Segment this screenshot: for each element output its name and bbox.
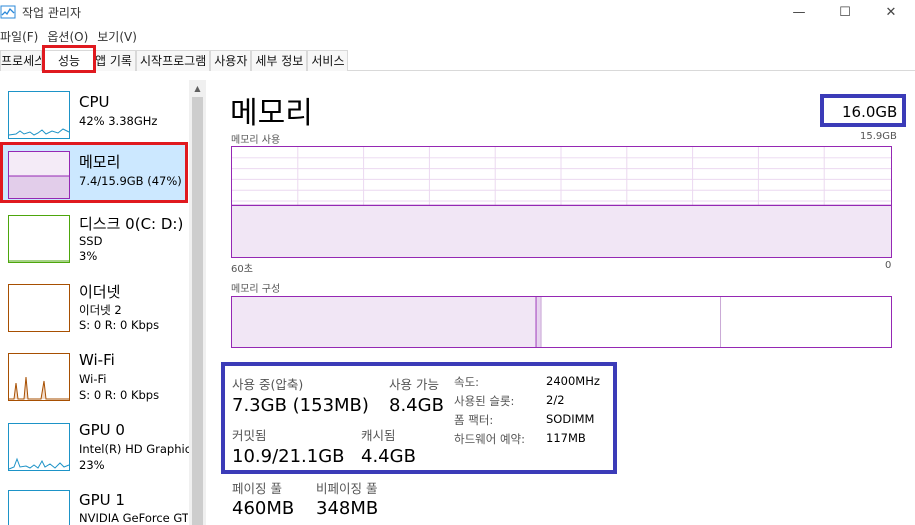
sidebar-item-title: 디스크 0(C: D:) <box>79 215 184 233</box>
scrollbar-thumb[interactable] <box>192 97 203 525</box>
tab-users[interactable]: 사용자 <box>210 50 252 71</box>
sidebar-item-ethernet[interactable]: 이더넷 이더넷 2 S: 0 R: 0 Kbps <box>0 281 188 345</box>
sidebar-scrollbar[interactable]: ▲ <box>189 80 206 525</box>
sidebar-item-detail-2: 23% <box>79 458 105 472</box>
highlight-memory-stats <box>221 362 617 474</box>
sidebar-item-title: Wi-Fi <box>79 351 115 369</box>
sidebar-item-title: GPU 0 <box>79 421 125 439</box>
usage-graph-label: 메모리 사용 <box>231 135 281 146</box>
tab-app-history[interactable]: 앱 기록 <box>94 50 136 71</box>
composition-label: 메모리 구성 <box>231 284 281 295</box>
sidebar-item-title: GPU 1 <box>79 491 125 509</box>
highlight-memory-item <box>0 142 188 203</box>
composition-in-use <box>232 297 537 347</box>
sidebar-item-detail-2: S: 0 R: 0 Kbps <box>79 388 160 402</box>
window-title: 작업 관리자 <box>22 6 82 20</box>
composition-modified <box>537 297 542 347</box>
time-axis-left-label: 60초 <box>231 264 253 275</box>
memory-usage-area <box>232 205 891 257</box>
gpu1-thumbnail-graph <box>8 490 70 525</box>
sidebar-item-detail: Wi-Fi <box>79 372 107 386</box>
highlight-performance-tab <box>42 45 96 73</box>
close-button[interactable]: ✕ <box>868 0 914 24</box>
sidebar-item-detail: NVIDIA GeForce GT <box>79 511 188 525</box>
wifi-thumbnail-graph <box>8 353 70 401</box>
tab-services[interactable]: 서비스 <box>307 50 349 71</box>
paged-pool-label: 페이징 풀 <box>232 481 282 496</box>
maximize-button[interactable]: ☐ <box>822 0 868 24</box>
tab-details[interactable]: 세부 정보 <box>251 50 308 71</box>
sidebar-item-detail-2: 3% <box>79 249 98 263</box>
tab-startup[interactable]: 시작프로그램 <box>136 50 211 71</box>
sidebar-item-gpu1[interactable]: GPU 1 NVIDIA GeForce GT <box>0 490 188 525</box>
title-bar: 작업 관리자 — ☐ ✕ <box>0 0 915 24</box>
nonpaged-pool-label: 비페이징 풀 <box>316 481 378 496</box>
ethernet-thumbnail-graph <box>8 284 70 332</box>
tab-strip: 프로세스 성능 앱 기록 시작프로그램 사용자 세부 정보 서비스 <box>0 50 915 71</box>
nonpaged-pool-value: 348MB <box>316 498 379 519</box>
sidebar-item-title: 이더넷 <box>79 283 121 301</box>
menu-options[interactable]: 옵션(O) <box>47 28 88 46</box>
sidebar-item-disk[interactable]: 디스크 0(C: D:) SSD 3% <box>0 212 188 276</box>
menu-bar: 파일(F) 옵션(O) 보기(V) <box>0 28 146 46</box>
task-manager-icon <box>0 5 16 19</box>
sidebar-item-title: CPU <box>79 93 110 111</box>
disk-thumbnail-graph <box>8 215 70 263</box>
paged-pool-value: 460MB <box>232 498 295 519</box>
gpu0-thumbnail-graph <box>8 423 70 471</box>
time-axis-right-label: 0 <box>885 260 892 271</box>
memory-composition-bar <box>231 296 892 348</box>
sidebar-item-detail: 42% 3.38GHz <box>79 114 158 128</box>
sidebar-item-wifi[interactable]: Wi-Fi Wi-Fi S: 0 R: 0 Kbps <box>0 350 188 414</box>
sidebar-item-detail: Intel(R) HD Graphic <box>79 442 192 456</box>
cpu-thumbnail-graph <box>8 91 70 139</box>
usage-graph-max-label: 15.9GB <box>860 131 897 142</box>
tab-processes[interactable]: 프로세스 <box>0 50 42 71</box>
sidebar-item-detail: SSD <box>79 234 103 248</box>
scroll-up-arrow-icon[interactable]: ▲ <box>189 82 206 96</box>
sidebar-item-detail-2: S: 0 R: 0 Kbps <box>79 318 160 332</box>
minimize-button[interactable]: — <box>776 0 822 24</box>
sidebar-item-detail: 이더넷 2 <box>79 303 122 317</box>
page-title: 메모리 <box>230 96 313 131</box>
menu-view[interactable]: 보기(V) <box>97 28 137 46</box>
sidebar-item-gpu0[interactable]: GPU 0 Intel(R) HD Graphic 23% <box>0 420 192 484</box>
menu-file[interactable]: 파일(F) <box>0 28 38 46</box>
highlight-total-memory <box>820 94 906 127</box>
memory-usage-graph <box>231 146 892 258</box>
